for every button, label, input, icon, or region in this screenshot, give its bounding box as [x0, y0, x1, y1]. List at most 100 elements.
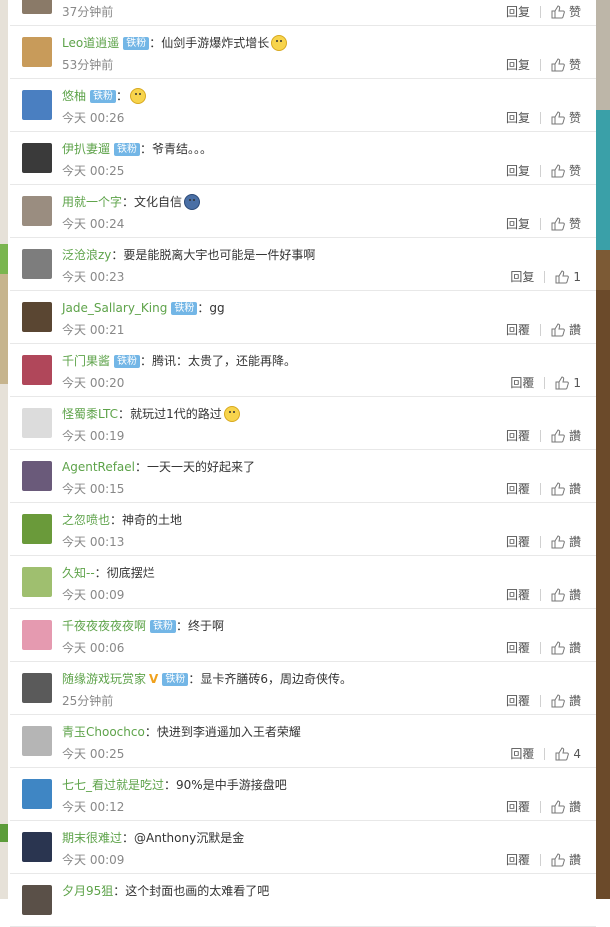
- thumbs-up-icon[interactable]: [551, 640, 565, 655]
- reply-button[interactable]: 回覆: [510, 745, 534, 762]
- like-count[interactable]: 赞: [569, 3, 581, 20]
- reply-button[interactable]: 回覆: [510, 374, 534, 391]
- username-link[interactable]: 千门果酱: [62, 354, 110, 368]
- like-count[interactable]: 讚: [569, 639, 581, 656]
- avatar[interactable]: [22, 143, 52, 173]
- background-strip-right: [596, 0, 610, 899]
- like-count[interactable]: 1: [573, 270, 581, 284]
- reply-button[interactable]: 回复: [510, 268, 534, 285]
- thumbs-up-icon[interactable]: [551, 163, 565, 178]
- thumbs-up-icon[interactable]: [551, 852, 565, 867]
- reply-button[interactable]: 回覆: [506, 586, 530, 603]
- avatar[interactable]: [22, 673, 52, 703]
- reply-button[interactable]: 回复: [506, 162, 530, 179]
- avatar[interactable]: [22, 196, 52, 226]
- emoji-icon: [184, 194, 201, 210]
- thumbs-up-icon[interactable]: [555, 746, 570, 761]
- avatar[interactable]: [22, 302, 52, 332]
- username-link[interactable]: 千夜夜夜夜夜啊: [62, 619, 146, 633]
- thumbs-up-icon[interactable]: [551, 322, 565, 337]
- reply-button[interactable]: 回覆: [506, 692, 530, 709]
- action-divider: [539, 323, 541, 336]
- colon-separator: ：: [122, 195, 135, 209]
- thumbs-up-icon[interactable]: [551, 4, 565, 19]
- username-link[interactable]: AgentRefael: [62, 460, 135, 474]
- reply-button[interactable]: 回覆: [506, 427, 530, 444]
- thumbs-up-icon[interactable]: [555, 375, 570, 390]
- like-count[interactable]: 讚: [569, 321, 581, 338]
- avatar[interactable]: [22, 249, 52, 279]
- reply-button[interactable]: 回覆: [506, 321, 530, 338]
- comment-row: 用就一个字：文化自信 今天 00:24 回复 赞: [10, 185, 596, 238]
- reply-button[interactable]: 回复: [506, 3, 530, 20]
- username-link[interactable]: 久知--: [62, 566, 95, 580]
- thumbs-up-icon[interactable]: [551, 587, 565, 602]
- comment-text: 要是能脱离大宇也可能是一件好事啊: [123, 248, 316, 262]
- thumbs-up-icon[interactable]: [551, 799, 565, 814]
- username-link[interactable]: Jade_Sallary_King: [62, 301, 167, 315]
- like-count[interactable]: 讚: [569, 480, 581, 497]
- avatar[interactable]: [22, 461, 52, 491]
- thumbs-up-icon[interactable]: [551, 534, 565, 549]
- thumbs-up-icon[interactable]: [551, 57, 565, 72]
- like-count[interactable]: 赞: [569, 56, 581, 73]
- username-link[interactable]: 用就一个字: [62, 195, 122, 209]
- like-count[interactable]: 4: [573, 747, 581, 761]
- avatar[interactable]: [22, 620, 52, 650]
- reply-button[interactable]: 回复: [506, 215, 530, 232]
- thumbs-up-icon[interactable]: [551, 110, 565, 125]
- username-link[interactable]: 伊扒妻遛: [62, 142, 110, 156]
- colon-separator: ：: [140, 142, 153, 156]
- comment-row: Leo道逍遥 铁粉 ：仙剑手游爆炸式增长 53分钟前 回复 赞: [10, 26, 596, 79]
- avatar[interactable]: [22, 90, 52, 120]
- like-count[interactable]: 赞: [569, 215, 581, 232]
- username-link[interactable]: 期末很难过: [62, 831, 122, 845]
- like-count[interactable]: 讚: [569, 586, 581, 603]
- avatar[interactable]: [22, 885, 52, 915]
- reply-button[interactable]: 回覆: [506, 851, 530, 868]
- action-divider: [539, 800, 541, 813]
- username-link[interactable]: 随缘游戏玩赏家: [62, 672, 146, 686]
- thumbs-up-icon[interactable]: [551, 481, 565, 496]
- thumbs-up-icon[interactable]: [555, 269, 570, 284]
- avatar[interactable]: [22, 37, 52, 67]
- username-link[interactable]: 怪蜀黍LTC: [62, 407, 118, 421]
- like-count[interactable]: 讚: [569, 692, 581, 709]
- username-link[interactable]: 七七_看过就是吃过: [62, 778, 164, 792]
- thumbs-up-icon[interactable]: [551, 216, 565, 231]
- username-link[interactable]: 泛沧浪zy: [62, 248, 111, 262]
- reply-button[interactable]: 回复: [506, 109, 530, 126]
- like-count[interactable]: 赞: [569, 109, 581, 126]
- comment-line: AgentRefael：一天一天的好起来了: [62, 458, 255, 476]
- username-link[interactable]: Leo道逍遥: [62, 36, 119, 50]
- username-link[interactable]: 夕月95狙: [62, 884, 113, 898]
- like-count[interactable]: 赞: [569, 162, 581, 179]
- like-count[interactable]: 讚: [569, 798, 581, 815]
- avatar[interactable]: [22, 726, 52, 756]
- reply-button[interactable]: 回覆: [506, 533, 530, 550]
- like-count[interactable]: 讚: [569, 851, 581, 868]
- reply-button[interactable]: 回覆: [506, 798, 530, 815]
- avatar[interactable]: [22, 779, 52, 809]
- comment-time: 今天 00:25: [62, 164, 125, 178]
- username-link[interactable]: 之忽喷也: [62, 513, 110, 527]
- reply-button[interactable]: 回复: [506, 56, 530, 73]
- like-count[interactable]: 讚: [569, 427, 581, 444]
- avatar[interactable]: [22, 0, 52, 14]
- reply-button[interactable]: 回覆: [506, 639, 530, 656]
- like-count[interactable]: 讚: [569, 533, 581, 550]
- thumbs-up-icon[interactable]: [551, 693, 565, 708]
- avatar[interactable]: [22, 408, 52, 438]
- avatar[interactable]: [22, 355, 52, 385]
- action-divider: [539, 694, 541, 707]
- comment-time: 今天 00:09: [62, 853, 125, 867]
- thumbs-up-icon[interactable]: [551, 428, 565, 443]
- comment-text: gg: [209, 301, 225, 315]
- avatar[interactable]: [22, 832, 52, 862]
- like-count[interactable]: 1: [573, 376, 581, 390]
- reply-button[interactable]: 回覆: [506, 480, 530, 497]
- username-link[interactable]: 青玉Choochco: [62, 725, 145, 739]
- avatar[interactable]: [22, 514, 52, 544]
- avatar[interactable]: [22, 567, 52, 597]
- username-link[interactable]: 悠柚: [62, 89, 86, 103]
